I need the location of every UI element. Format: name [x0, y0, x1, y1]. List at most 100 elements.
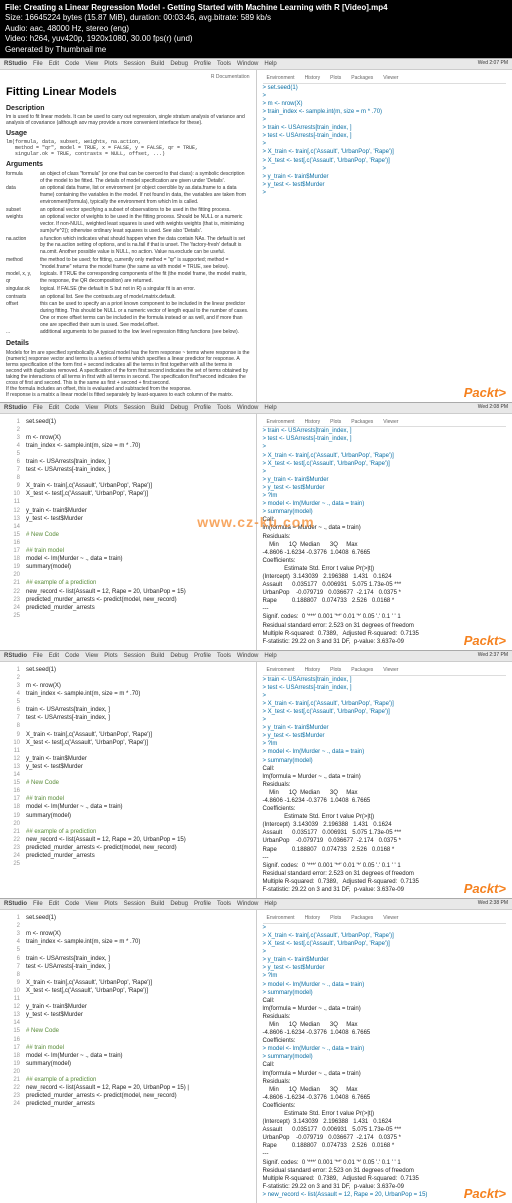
code-line[interactable]: 3m <- nrow(X)	[6, 930, 250, 938]
code-line[interactable]: 19summary(model)	[6, 563, 250, 571]
tab-environment[interactable]: Environment	[267, 915, 295, 922]
code-line[interactable]: 12y_train <- train$Murder	[6, 755, 250, 763]
code-line[interactable]: 19summary(model)	[6, 1060, 250, 1068]
menu-item-view[interactable]: View	[85, 901, 98, 907]
code-line[interactable]: 6train <- USArrests[train_index, ]	[6, 458, 250, 466]
tab-environment[interactable]: Environment	[267, 75, 295, 82]
code-line[interactable]: 22new_record <- list(Assault = 12, Rape …	[6, 836, 250, 844]
code-line[interactable]: 11	[6, 995, 250, 1003]
code-line[interactable]: 2	[6, 674, 250, 682]
code-line[interactable]: 2	[6, 922, 250, 930]
tab-plots[interactable]: Plots	[330, 667, 341, 674]
tab-history[interactable]: History	[305, 667, 321, 674]
code-line[interactable]: 16	[6, 1036, 250, 1044]
menu-item-profile[interactable]: Profile	[194, 61, 211, 67]
menu-item-profile[interactable]: Profile	[194, 901, 211, 907]
console-pane-1[interactable]: EnvironmentHistoryPlotsPackagesViewer > …	[257, 70, 512, 402]
code-line[interactable]: 1set.seed(1)	[6, 914, 250, 922]
menu-item-file[interactable]: File	[33, 901, 43, 907]
source-editor[interactable]: 1set.seed(1)23m <- nrow(X)4train_index <…	[0, 910, 257, 1203]
console-pane-2[interactable]: EnvironmentHistoryPlotsPackagesViewer > …	[257, 414, 512, 650]
menu-item-code[interactable]: Code	[65, 61, 79, 67]
code-line[interactable]: 5	[6, 698, 250, 706]
code-line[interactable]: 1set.seed(1)	[6, 418, 250, 426]
menu-item-code[interactable]: Code	[65, 653, 79, 659]
menu-item-window[interactable]: Window	[237, 61, 258, 67]
menu-item-file[interactable]: File	[33, 61, 43, 67]
menu-item-window[interactable]: Window	[237, 901, 258, 907]
tab-packages[interactable]: Packages	[351, 667, 373, 674]
console-pane-3[interactable]: EnvironmentHistoryPlotsPackagesViewer > …	[257, 662, 512, 898]
menu-item-session[interactable]: Session	[124, 405, 145, 411]
code-line[interactable]: 8	[6, 971, 250, 979]
menu-item-code[interactable]: Code	[65, 405, 79, 411]
help-pane[interactable]: R Documentation Fitting Linear Models De…	[0, 70, 257, 402]
code-line[interactable]: 9X_train <- train[,c('Assault', 'UrbanPo…	[6, 731, 250, 739]
tab-environment[interactable]: Environment	[267, 667, 295, 674]
menu-item-debug[interactable]: Debug	[170, 653, 188, 659]
menu-item-session[interactable]: Session	[124, 61, 145, 67]
menu-item-view[interactable]: View	[85, 61, 98, 67]
menu-item-rstudio[interactable]: RStudio	[4, 653, 27, 659]
code-line[interactable]: 13y_test <- test$Murder	[6, 1011, 250, 1019]
code-line[interactable]: 11	[6, 747, 250, 755]
code-line[interactable]: 10X_test <- test[,c('Assault', 'UrbanPop…	[6, 739, 250, 747]
code-line[interactable]: 4train_index <- sample.int(m, size = m *…	[6, 938, 250, 946]
code-line[interactable]: 23predicted_murder_arrests <- predict(mo…	[6, 596, 250, 604]
menu-item-rstudio[interactable]: RStudio	[4, 901, 27, 907]
code-line[interactable]: 18model <- lm(Murder ~ ., data = train)	[6, 1052, 250, 1060]
code-line[interactable]: 9X_train <- train[,c('Assault', 'UrbanPo…	[6, 979, 250, 987]
menu-item-file[interactable]: File	[33, 653, 43, 659]
code-line[interactable]: 12y_train <- train$Murder	[6, 1003, 250, 1011]
code-line[interactable]: 20	[6, 820, 250, 828]
menu-item-build[interactable]: Build	[151, 405, 164, 411]
code-line[interactable]: 23predicted_murder_arrests <- predict(mo…	[6, 1092, 250, 1100]
console-pane-4[interactable]: EnvironmentHistoryPlotsPackagesViewer > …	[257, 910, 512, 1203]
code-line[interactable]: 1set.seed(1)	[6, 666, 250, 674]
menu-item-debug[interactable]: Debug	[170, 901, 188, 907]
code-line[interactable]: 15# New Code	[6, 531, 250, 539]
menu-item-help[interactable]: Help	[264, 901, 276, 907]
menu-item-tools[interactable]: Tools	[217, 405, 231, 411]
code-line[interactable]: 18model <- lm(Murder ~ ., data = train)	[6, 803, 250, 811]
menu-item-profile[interactable]: Profile	[194, 653, 211, 659]
code-line[interactable]: 5	[6, 946, 250, 954]
menu-item-view[interactable]: View	[85, 405, 98, 411]
code-line[interactable]: 7test <- USArrests[-train_index, ]	[6, 714, 250, 722]
tab-viewer[interactable]: Viewer	[383, 915, 398, 922]
menu-item-tools[interactable]: Tools	[217, 653, 231, 659]
code-line[interactable]: 10X_test <- test[,c('Assault', 'UrbanPop…	[6, 490, 250, 498]
menu-item-code[interactable]: Code	[65, 901, 79, 907]
code-line[interactable]: 13y_test <- test$Murder	[6, 763, 250, 771]
menu-item-plots[interactable]: Plots	[104, 61, 117, 67]
code-line[interactable]: 25	[6, 612, 250, 620]
menu-item-view[interactable]: View	[85, 653, 98, 659]
code-line[interactable]: 24predicted_murder_arrests	[6, 852, 250, 860]
menu-item-session[interactable]: Session	[124, 653, 145, 659]
code-line[interactable]: 10X_test <- test[,c('Assault', 'UrbanPop…	[6, 987, 250, 995]
menu-item-plots[interactable]: Plots	[104, 653, 117, 659]
menu-item-build[interactable]: Build	[151, 61, 164, 67]
code-line[interactable]: 7test <- USArrests[-train_index, ]	[6, 963, 250, 971]
menu-item-help[interactable]: Help	[264, 653, 276, 659]
code-line[interactable]: 25	[6, 860, 250, 868]
code-line[interactable]: 20	[6, 1068, 250, 1076]
menu-item-tools[interactable]: Tools	[217, 901, 231, 907]
source-editor[interactable]: 1set.seed(1)23m <- nrow(X)4train_index <…	[0, 414, 257, 650]
code-line[interactable]: 21## example of a prediction	[6, 579, 250, 587]
code-line[interactable]: 8	[6, 474, 250, 482]
code-line[interactable]: 14	[6, 1019, 250, 1027]
source-editor[interactable]: 1set.seed(1)23m <- nrow(X)4train_index <…	[0, 662, 257, 898]
tab-packages[interactable]: Packages	[351, 915, 373, 922]
code-line[interactable]: 6train <- USArrests[train_index, ]	[6, 706, 250, 714]
menu-item-edit[interactable]: Edit	[49, 405, 59, 411]
code-line[interactable]: 17## train model	[6, 547, 250, 555]
code-line[interactable]: 8	[6, 722, 250, 730]
code-line[interactable]: 21## example of a prediction	[6, 828, 250, 836]
menu-item-rstudio[interactable]: RStudio	[4, 405, 27, 411]
tab-plots[interactable]: Plots	[330, 915, 341, 922]
menu-item-help[interactable]: Help	[264, 405, 276, 411]
menu-item-tools[interactable]: Tools	[217, 61, 231, 67]
code-line[interactable]: 9X_train <- train[,c('Assault', 'UrbanPo…	[6, 482, 250, 490]
menu-item-debug[interactable]: Debug	[170, 61, 188, 67]
